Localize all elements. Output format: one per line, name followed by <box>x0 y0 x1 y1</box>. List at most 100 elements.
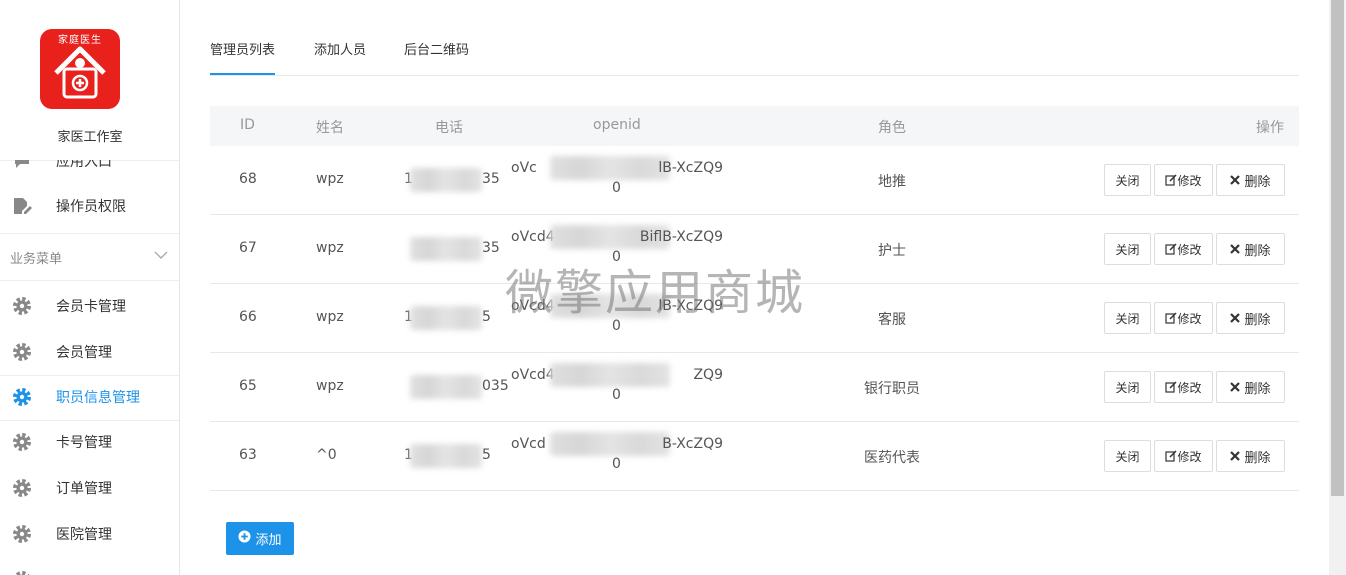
cell-openid-line2: 0 <box>612 387 621 403</box>
close-button[interactable]: 关闭 <box>1104 164 1151 196</box>
sidebar-item-card-number[interactable]: 卡号管理 <box>0 419 179 465</box>
close-icon <box>1230 451 1241 461</box>
gear-icon <box>12 478 32 498</box>
gear-icon <box>12 342 32 362</box>
delete-button-label: 删除 <box>1244 381 1271 397</box>
close-button-label: 关闭 <box>1115 242 1140 257</box>
cell-phone-end: 35 <box>482 240 500 256</box>
header-operations: 操作 <box>1256 120 1284 136</box>
table-row: 68 wpz 1 35 oVc lB-XcZQ9 0 地推 关闭 修改 删除 <box>210 146 1299 215</box>
cell-phone-end: 5 <box>482 309 491 325</box>
phone-redaction <box>410 237 482 261</box>
cell-phone-end: 5 <box>482 447 491 463</box>
delete-button-label: 删除 <box>1244 174 1271 190</box>
tab-add-person[interactable]: 添加人员 <box>314 40 366 75</box>
table-row: 65 wpz 035 oVcd4wzu ZQ9 0 银行职员 关闭 修改 删除 <box>210 353 1299 422</box>
close-button[interactable]: 关闭 <box>1104 302 1151 334</box>
sidebar-item-label: 会员管理 <box>56 345 112 361</box>
edit-icon <box>1165 381 1178 393</box>
edit-button[interactable]: 修改 <box>1154 302 1213 334</box>
gear-icon <box>12 432 32 452</box>
app-logo: 家庭医生 <box>40 29 120 109</box>
close-button-label: 关闭 <box>1115 173 1140 188</box>
sidebar-item-hospital[interactable]: 医院管理 <box>0 511 179 557</box>
delete-button-label: 删除 <box>1244 450 1271 466</box>
delete-button[interactable]: 删除 <box>1216 164 1285 196</box>
cell-id: 65 <box>239 378 257 394</box>
delete-button[interactable]: 删除 <box>1216 440 1285 472</box>
plus-circle-icon <box>238 530 252 547</box>
scrollbar-thumb[interactable] <box>1331 0 1344 496</box>
edit-button[interactable]: 修改 <box>1154 440 1213 472</box>
tab-qr-code[interactable]: 后台二维码 <box>404 40 469 75</box>
close-icon <box>1230 382 1241 392</box>
chevron-down-icon <box>154 248 168 266</box>
tab-admin-list[interactable]: 管理员列表 <box>210 40 276 75</box>
edit-icon <box>1165 243 1178 255</box>
sidebar-item-label: 应用入口 <box>56 154 112 170</box>
studio-name: 家医工作室 <box>57 130 123 145</box>
cell-role: 银行职员 <box>864 381 920 397</box>
edit-icon <box>1165 312 1178 324</box>
cell-name: wpz <box>316 171 344 187</box>
phone-redaction <box>410 306 482 330</box>
sidebar-item-label: 会员卡管理 <box>56 299 126 315</box>
cell-phone-end: 035 <box>482 378 509 394</box>
cell-openid-end: ZQ9 <box>693 367 723 383</box>
watermark: 微擎应用商城 <box>505 265 806 321</box>
close-button[interactable]: 关闭 <box>1104 440 1151 472</box>
chat-icon <box>12 160 32 171</box>
sidebar-item-partial[interactable] <box>0 557 179 575</box>
sidebar-item-label: 订单管理 <box>56 481 112 497</box>
sidebar-item-orders[interactable]: 订单管理 <box>0 465 179 511</box>
cell-name: wpz <box>316 240 344 256</box>
sidebar-item-member-card[interactable]: 会员卡管理 <box>0 283 179 329</box>
cell-openid-line2: 0 <box>612 456 621 472</box>
cell-id: 67 <box>239 240 257 256</box>
sidebar-section-business-menu[interactable]: 业务菜单 <box>0 233 179 281</box>
sidebar-item-label: 医院管理 <box>56 527 112 543</box>
cell-id: 68 <box>239 171 257 187</box>
sidebar-item-operator-permissions[interactable]: 操作员权限 <box>0 183 179 229</box>
cell-openid-start: oVcd <box>511 436 546 452</box>
edit-button-label: 修改 <box>1177 242 1202 257</box>
cell-openid-line2: 0 <box>612 180 621 196</box>
gear-icon <box>12 387 32 407</box>
sidebar-item-label: 卡号管理 <box>56 435 112 451</box>
section-label: 业务菜单 <box>10 251 63 267</box>
cell-role: 地推 <box>878 174 906 190</box>
openid-redaction <box>550 363 670 387</box>
close-icon <box>1230 175 1241 185</box>
cell-openid-end: lB-XcZQ9 <box>658 160 723 176</box>
cell-role: 客服 <box>878 312 906 328</box>
gear-icon <box>12 296 32 316</box>
sidebar-item-member[interactable]: 会员管理 <box>0 329 179 375</box>
cell-openid-start: oVc <box>511 160 537 176</box>
edit-button-label: 修改 <box>1177 311 1202 326</box>
document-edit-icon <box>12 196 32 216</box>
phone-redaction <box>410 375 482 399</box>
sidebar-item-staff-info[interactable]: 职员信息管理 <box>0 374 179 420</box>
close-button[interactable]: 关闭 <box>1104 233 1151 265</box>
edit-button[interactable]: 修改 <box>1154 233 1213 265</box>
cell-name: ^0 <box>316 447 337 463</box>
cell-id: 66 <box>239 309 257 325</box>
add-button[interactable]: 添加 <box>226 522 294 555</box>
cell-phone-end: 35 <box>482 171 500 187</box>
close-button-label: 关闭 <box>1115 311 1140 326</box>
delete-button-label: 删除 <box>1244 243 1271 259</box>
delete-button[interactable]: 删除 <box>1216 371 1285 403</box>
header-id: ID <box>240 117 255 133</box>
openid-redaction <box>550 432 670 456</box>
sidebar: 家庭医生 家医工作室 应用入口 操作员权限 业务菜单 会员卡管理 会员管理 职员… <box>0 0 180 575</box>
delete-button[interactable]: 删除 <box>1216 302 1285 334</box>
header-role: 角色 <box>878 120 906 136</box>
cell-role: 医药代表 <box>864 450 920 466</box>
edit-icon <box>1165 174 1178 186</box>
edit-button[interactable]: 修改 <box>1154 164 1213 196</box>
scrollbar[interactable] <box>1329 0 1346 575</box>
edit-button-label: 修改 <box>1177 449 1202 464</box>
edit-button[interactable]: 修改 <box>1154 371 1213 403</box>
close-button[interactable]: 关闭 <box>1104 371 1151 403</box>
delete-button[interactable]: 删除 <box>1216 233 1285 265</box>
